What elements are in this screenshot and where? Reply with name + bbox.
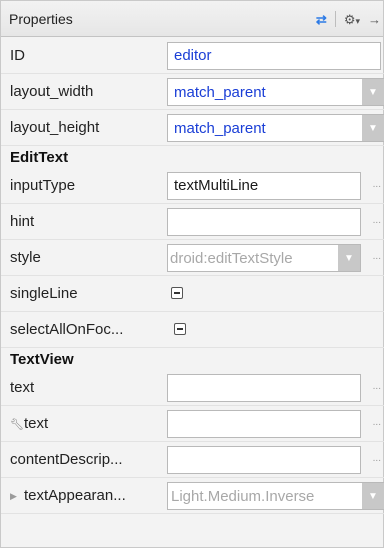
- swap-icon[interactable]: ⇄: [316, 13, 327, 26]
- gear-icon[interactable]: ⚙▾: [344, 13, 360, 26]
- more-options-button[interactable]: ...: [373, 417, 381, 428]
- property-value: match_parent ▼: [167, 114, 384, 142]
- property-label: style: [10, 249, 41, 266]
- property-row-selectallonfocus: selectAllOnFoc...: [1, 312, 384, 348]
- property-label: layout_width: [10, 83, 94, 100]
- tools-text-field[interactable]: [167, 410, 361, 438]
- inputtype-field[interactable]: textMultiLine: [167, 172, 361, 200]
- property-row-text: text ...: [1, 370, 384, 406]
- layout-width-dropdown[interactable]: match_parent ▼: [167, 78, 384, 106]
- hint-field[interactable]: [167, 208, 361, 236]
- property-label: selectAllOnFoc...: [10, 321, 124, 338]
- chevron-down-icon[interactable]: ▼: [362, 483, 384, 509]
- property-row-id: ID editor: [1, 38, 384, 74]
- property-value: editor: [167, 42, 381, 70]
- property-label: contentDescrip...: [10, 451, 123, 468]
- property-row-layout-width: layout_width match_parent ▼: [1, 74, 384, 110]
- pin-icon[interactable]: →: [368, 13, 381, 26]
- properties-panel: Properties ⇄ ⚙▾ → ID editor layout_width…: [0, 0, 384, 548]
- more-options-button[interactable]: ...: [373, 381, 381, 392]
- property-value: Light.Medium.Inverse ▼: [167, 482, 384, 510]
- more-options-button[interactable]: ...: [373, 179, 381, 190]
- property-label: 🔧︎text: [1, 415, 159, 432]
- property-label-text: text: [24, 415, 49, 432]
- chevron-down-icon[interactable]: ▼: [338, 245, 360, 271]
- textappearance-dropdown[interactable]: Light.Medium.Inverse ▼: [167, 482, 384, 510]
- wrench-icon: 🔧︎: [10, 419, 24, 431]
- text-field[interactable]: [167, 374, 361, 402]
- panel-title: Properties: [9, 10, 73, 27]
- selectallonfocus-checkbox[interactable]: [174, 323, 186, 335]
- property-label: hint: [10, 213, 35, 230]
- combo-value: droid:editTextStyle: [170, 249, 293, 267]
- property-list: ID editor layout_width match_parent ▼ la…: [1, 38, 384, 514]
- property-label: singleLine: [10, 285, 78, 302]
- property-value: [167, 446, 361, 474]
- combo-value: Light.Medium.Inverse: [171, 487, 315, 505]
- property-row-style: style droid:editTextStyle ▼ ...: [1, 240, 384, 276]
- property-value: [167, 410, 361, 438]
- property-label-text: textAppearan...: [24, 487, 126, 504]
- section-title: TextView: [10, 350, 74, 368]
- indeterminate-icon: [177, 328, 183, 330]
- property-label: ▶ textAppearan...: [1, 487, 159, 504]
- property-label: text: [10, 379, 35, 396]
- chevron-down-icon[interactable]: ▼: [362, 79, 384, 105]
- property-label: layout_height: [10, 119, 100, 136]
- singleline-checkbox[interactable]: [171, 287, 183, 299]
- header-toolbar: ⇄ ⚙▾ →: [316, 1, 383, 37]
- style-dropdown[interactable]: droid:editTextStyle ▼: [167, 244, 361, 272]
- more-options-button[interactable]: ...: [373, 453, 381, 464]
- gear-caret-icon: ▾: [355, 15, 360, 26]
- property-row-tools-text: 🔧︎text ...: [1, 406, 384, 442]
- expand-arrow-icon[interactable]: ▶: [10, 491, 20, 502]
- property-row-hint: hint ...: [1, 204, 384, 240]
- combo-value: match_parent: [174, 83, 266, 101]
- property-value: textMultiLine: [167, 172, 361, 200]
- property-row-singleline: singleLine: [1, 276, 384, 312]
- property-row-textappearance: ▶ textAppearan... Light.Medium.Inverse ▼: [1, 478, 384, 514]
- gear-glyph: ⚙: [343, 11, 356, 27]
- chevron-down-icon[interactable]: ▼: [362, 115, 384, 141]
- section-header-textview: TextView: [1, 348, 384, 370]
- property-label: ID: [10, 47, 25, 64]
- section-title: EditText: [10, 148, 69, 166]
- id-field[interactable]: editor: [167, 42, 381, 70]
- property-label: inputType: [10, 177, 76, 194]
- property-value: [167, 374, 361, 402]
- more-options-button[interactable]: ...: [373, 215, 381, 226]
- property-value: droid:editTextStyle ▼: [167, 244, 361, 272]
- section-header-edittext: EditText: [1, 146, 384, 168]
- toolbar-divider: [334, 11, 336, 27]
- property-value: match_parent ▼: [167, 78, 384, 106]
- property-value: [167, 208, 361, 236]
- layout-height-dropdown[interactable]: match_parent ▼: [167, 114, 384, 142]
- indeterminate-icon: [174, 292, 180, 294]
- more-options-button[interactable]: ...: [373, 251, 381, 262]
- contentdescription-field[interactable]: [167, 446, 361, 474]
- property-row-inputtype: inputType textMultiLine ...: [1, 168, 384, 204]
- combo-value: match_parent: [174, 119, 266, 137]
- property-row-layout-height: layout_height match_parent ▼: [1, 110, 384, 146]
- property-row-contentdescription: contentDescrip... ...: [1, 442, 384, 478]
- panel-header: Properties ⇄ ⚙▾ →: [1, 1, 383, 37]
